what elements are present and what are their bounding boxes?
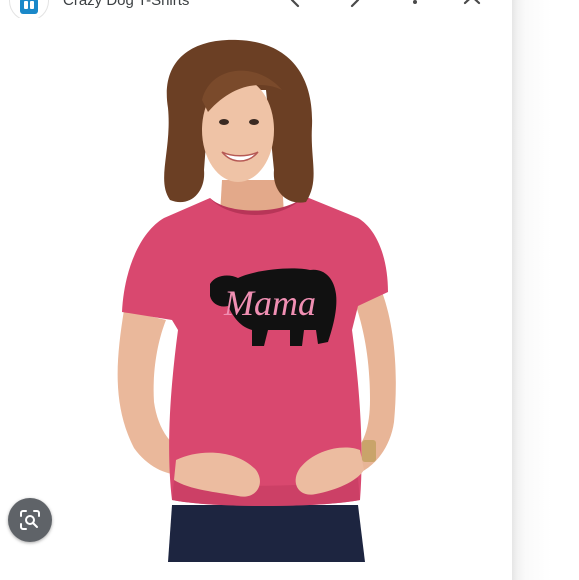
product-image[interactable]: Mama	[60, 30, 450, 562]
shirt-print-text: Mama	[223, 283, 316, 323]
chevron-right-icon	[350, 0, 360, 8]
more-options-button[interactable]	[404, 0, 426, 16]
previous-button[interactable]	[284, 0, 306, 16]
image-viewer-header: Crazy Dog T-Shirts	[0, 0, 512, 18]
close-button[interactable]	[462, 0, 484, 16]
chevron-left-icon	[290, 0, 300, 8]
next-button[interactable]	[344, 0, 366, 16]
close-icon	[463, 0, 481, 5]
source-title[interactable]: Crazy Dog T-Shirts	[63, 0, 189, 9]
crazy-dog-logo-icon	[20, 0, 38, 14]
panel-frame-edge	[512, 0, 579, 580]
product-photo-illustration: Mama	[117, 39, 396, 562]
site-logo[interactable]	[10, 0, 48, 18]
more-vert-icon	[413, 0, 417, 4]
visual-search-icon	[20, 510, 40, 530]
visual-search-button[interactable]	[8, 498, 52, 542]
